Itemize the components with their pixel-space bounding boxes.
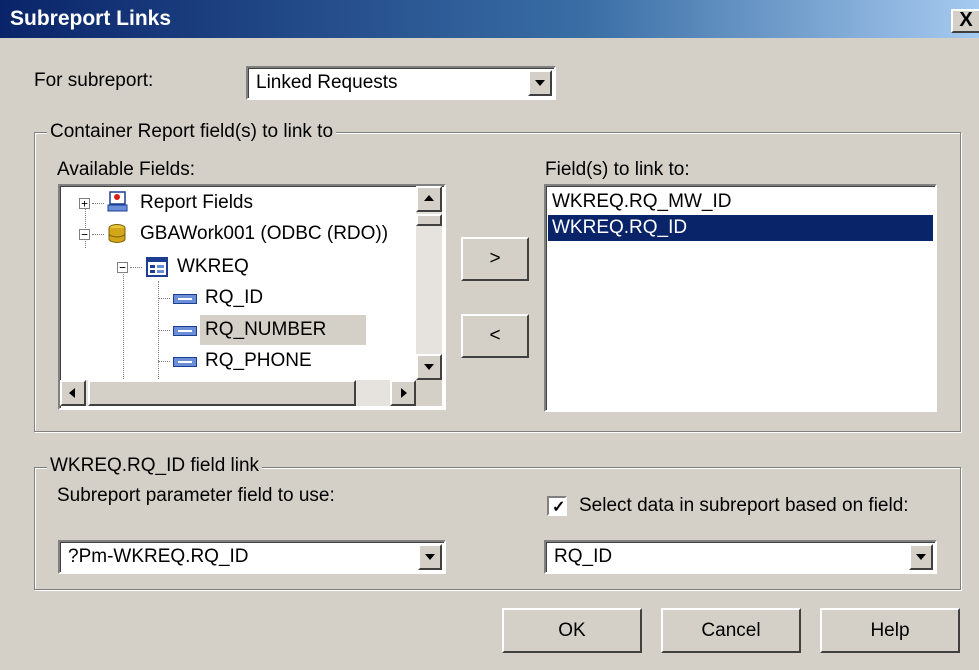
for-subreport-dropdown-button[interactable] [528, 70, 552, 96]
container-group-caption: Container Report field(s) to link to [47, 121, 337, 143]
collapse-icon[interactable]: − [117, 262, 128, 273]
title-bar: Subreport Links [0, 0, 979, 40]
scroll-thumb[interactable] [416, 214, 442, 226]
chevron-down-icon [916, 554, 926, 560]
select-data-value: RQ_ID [554, 546, 613, 567]
horizontal-scroll-thumb[interactable] [88, 380, 356, 406]
field-icon [173, 326, 197, 336]
scroll-right-button[interactable] [390, 380, 416, 406]
tree-item-label: RQ_ID [205, 287, 264, 308]
database-icon [108, 224, 126, 243]
scroll-left-button[interactable] [60, 380, 86, 406]
chevron-down-icon [424, 364, 434, 370]
list-item[interactable]: WKREQ.RQ_MW_ID [548, 189, 933, 215]
tree-item-report-fields[interactable]: + Report Fields [60, 188, 420, 220]
available-fields-tree[interactable]: + Report Fields − GBAWork001 (ODBC (RDO)… [58, 184, 446, 410]
select-data-label: Select data in subreport based on field: [579, 495, 909, 516]
tree-item-label: WKREQ [177, 256, 249, 277]
param-field-value: ?Pm-WKREQ.RQ_ID [68, 546, 249, 567]
field-icon [173, 357, 197, 367]
tree-item-label: RQ_PHONE [205, 350, 312, 371]
field-icon [173, 294, 197, 304]
select-data-combo[interactable]: RQ_ID [544, 540, 937, 574]
scroll-up-button[interactable] [416, 186, 442, 212]
select-data-dropdown-button[interactable] [909, 544, 933, 570]
tree-item-label: Report Fields [140, 192, 253, 213]
tree-item-label: GBAWork001 (ODBC (RDO)) [140, 223, 389, 244]
chevron-down-icon [425, 554, 435, 560]
window-title: Subreport Links [10, 7, 172, 30]
for-subreport-combo[interactable]: Linked Requests [246, 66, 556, 100]
param-field-label: Subreport parameter field to use: [57, 485, 335, 506]
tree-item-field[interactable]: RQ_ID [60, 283, 420, 315]
checkmark-icon: ✓ [552, 499, 566, 516]
param-field-combo[interactable]: ?Pm-WKREQ.RQ_ID [58, 540, 446, 574]
close-button[interactable]: X [951, 9, 979, 33]
tree-item-table[interactable]: − WKREQ [60, 252, 420, 284]
field-link-caption: WKREQ.RQ_ID field link [47, 455, 263, 477]
close-icon: X [959, 9, 973, 31]
tree-vertical-scrollbar[interactable] [416, 186, 442, 380]
report-fields-icon [107, 191, 128, 212]
tree-item-datasource[interactable]: − GBAWork001 (ODBC (RDO)) [60, 219, 420, 251]
scroll-corner [416, 380, 442, 406]
tree-horizontal-scrollbar[interactable] [60, 380, 416, 406]
chevron-left-icon [69, 388, 75, 398]
expand-icon[interactable]: + [79, 198, 90, 209]
tree-item-label: RQ_NUMBER [205, 319, 327, 340]
cancel-button[interactable]: Cancel [661, 608, 801, 653]
available-fields-label: Available Fields: [57, 159, 196, 180]
add-link-button[interactable]: > [461, 237, 529, 281]
chevron-down-icon [535, 80, 545, 86]
scroll-down-button[interactable] [416, 354, 442, 380]
collapse-icon[interactable]: − [79, 229, 90, 240]
select-data-checkbox[interactable]: ✓ [547, 496, 567, 516]
chevron-right-icon [401, 388, 407, 398]
help-button[interactable]: Help [820, 608, 960, 653]
ok-button[interactable]: OK [502, 608, 642, 653]
tree-item-field[interactable]: RQ_NUMBER [60, 315, 420, 347]
linked-fields-list[interactable]: WKREQ.RQ_MW_ID WKREQ.RQ_ID [544, 184, 937, 412]
for-subreport-label: For subreport: [34, 70, 154, 91]
linked-fields-label: Field(s) to link to: [545, 159, 690, 180]
remove-link-button[interactable]: < [461, 314, 529, 358]
param-field-dropdown-button[interactable] [418, 544, 442, 570]
table-icon [146, 257, 168, 277]
chevron-up-icon [424, 195, 434, 201]
for-subreport-value: Linked Requests [256, 72, 398, 93]
list-item-selected[interactable]: WKREQ.RQ_ID [548, 215, 933, 241]
tree-item-field[interactable]: RQ_PHONE [60, 346, 420, 378]
